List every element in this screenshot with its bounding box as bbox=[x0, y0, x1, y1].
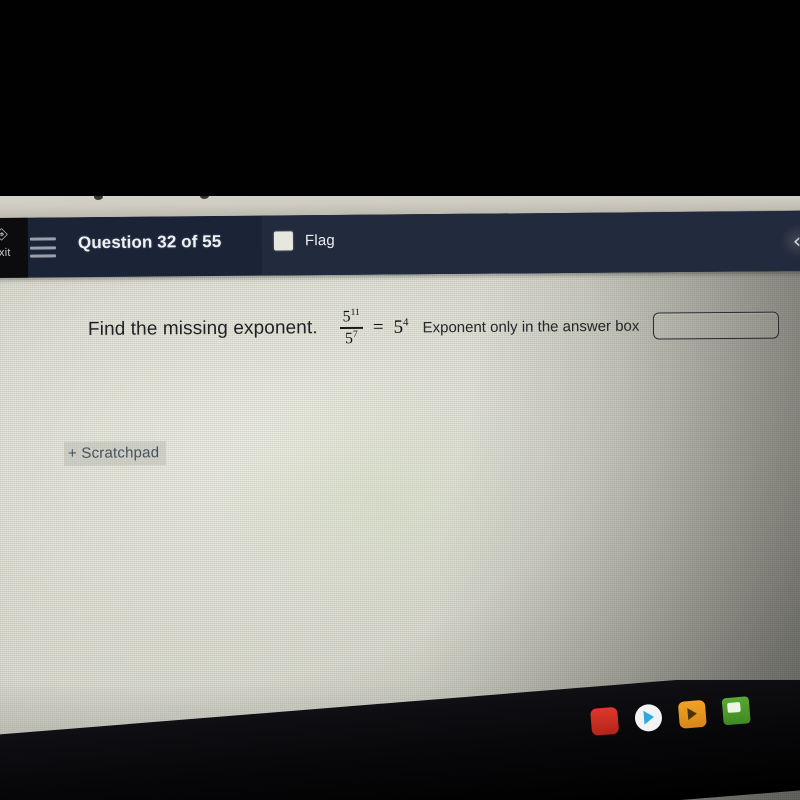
scratchpad-toggle[interactable]: + Scratchpad bbox=[63, 441, 167, 466]
answer-instruction: Exponent only in the answer box bbox=[422, 317, 640, 336]
equals-sign: = bbox=[372, 316, 384, 338]
presentation-icon[interactable] bbox=[721, 696, 751, 726]
hamburger-line bbox=[29, 237, 56, 241]
numerator-base: 5 bbox=[342, 308, 351, 326]
fraction-numerator: 511 bbox=[340, 308, 363, 327]
exit-button[interactable]: ⎆ Exit bbox=[0, 225, 30, 260]
result-exponent: 4 bbox=[402, 316, 409, 329]
fraction-denominator: 57 bbox=[342, 330, 361, 348]
denominator-exponent: 7 bbox=[352, 329, 358, 340]
hamburger-line bbox=[29, 245, 57, 250]
hamburger-line bbox=[30, 254, 57, 258]
media-player-icon[interactable] bbox=[677, 699, 707, 729]
question-prompt: Find the missing exponent. bbox=[87, 317, 318, 341]
question-counter: Question 32 of 55 bbox=[77, 231, 222, 253]
flag-icon bbox=[273, 231, 294, 251]
answer-input[interactable] bbox=[653, 311, 780, 340]
youtube-icon[interactable] bbox=[590, 706, 620, 736]
taskbar-icon-group bbox=[590, 696, 751, 736]
question-row: Find the missing exponent. 511 57 = 54 E… bbox=[88, 305, 780, 350]
quiz-header-bar: ⎆ Exit Question 32 of 55 Flag ‹ bbox=[0, 210, 800, 278]
result-term: 54 bbox=[393, 316, 408, 338]
exit-label: Exit bbox=[0, 246, 11, 259]
result-base: 5 bbox=[393, 316, 404, 338]
math-expression: 511 57 = 54 bbox=[339, 307, 409, 348]
google-play-icon[interactable] bbox=[633, 703, 664, 733]
exit-door-icon: ⎆ bbox=[0, 225, 8, 243]
fraction: 511 57 bbox=[339, 308, 363, 348]
backlight-bloom bbox=[150, 330, 610, 670]
numerator-exponent: 11 bbox=[350, 307, 360, 318]
collapse-panel-button[interactable]: ‹ bbox=[775, 218, 800, 264]
fraction-bar bbox=[339, 327, 363, 329]
denominator-base: 5 bbox=[344, 329, 354, 348]
chevron-left-icon: ‹ bbox=[792, 228, 800, 253]
flag-button[interactable]: Flag bbox=[273, 231, 336, 251]
photo-dark-background bbox=[0, 0, 800, 196]
hamburger-menu-icon[interactable] bbox=[29, 237, 57, 258]
screenshot-photo: ⎆ Exit Question 32 of 55 Flag ‹ Find the… bbox=[0, 0, 800, 800]
flag-label: Flag bbox=[304, 231, 336, 250]
